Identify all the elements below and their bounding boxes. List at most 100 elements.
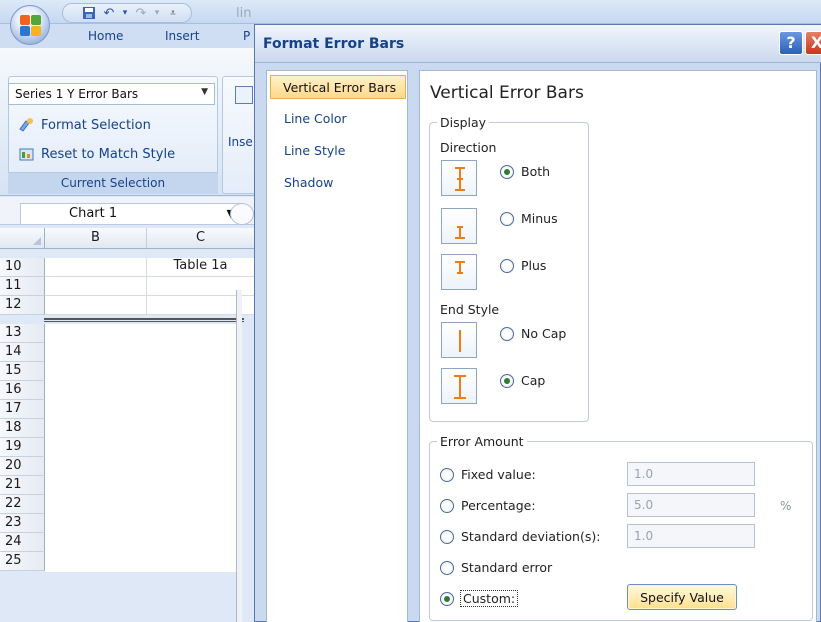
formula-bar-expand-button[interactable] xyxy=(230,203,254,225)
format-error-bars-dialog: Format Error Bars ? X Vertical Error Bar… xyxy=(254,24,821,622)
cell-c10[interactable]: Table 1a xyxy=(147,258,255,277)
chevron-down-icon: ▼ xyxy=(201,87,208,97)
percentage-option[interactable]: Percentage: xyxy=(440,498,536,513)
tab-home[interactable]: Home xyxy=(88,29,123,43)
cell-b11[interactable] xyxy=(45,277,147,296)
fixed-value-option[interactable]: Fixed value: xyxy=(440,467,536,482)
name-box[interactable]: Chart 1 ▼ xyxy=(20,203,242,225)
std-error-radio[interactable] xyxy=(440,560,454,575)
dialog-title-bar[interactable]: Format Error Bars ? X xyxy=(255,25,821,63)
chart-elements-dropdown[interactable]: Series 1 Y Error Bars ▼ xyxy=(8,83,215,105)
row-header[interactable]: 11 xyxy=(0,277,45,296)
direction-both-radio[interactable] xyxy=(500,164,514,179)
column-header-c[interactable]: C xyxy=(147,228,255,249)
end-style-label: End Style xyxy=(440,302,500,317)
chart-elements-value: Series 1 Y Error Bars xyxy=(15,87,139,101)
end-style-no-cap-icon[interactable] xyxy=(441,322,477,358)
nav-item-line-color[interactable]: Line Color xyxy=(270,107,406,131)
nav-item-shadow[interactable]: Shadow xyxy=(270,171,406,195)
std-dev-option[interactable]: Standard deviation(s): xyxy=(440,529,600,544)
reset-to-match-style-button[interactable]: Reset to Match Style xyxy=(18,146,175,162)
row-header[interactable]: 17 xyxy=(0,400,45,419)
row-header[interactable]: 15 xyxy=(0,362,45,381)
dialog-nav-list: Vertical Error Bars Line Color Line Styl… xyxy=(266,70,408,622)
custom-option[interactable]: Custom: xyxy=(440,590,519,607)
end-style-cap-label: Cap xyxy=(521,373,546,388)
end-style-cap-icon[interactable] xyxy=(441,368,477,404)
row-header[interactable]: 25 xyxy=(0,552,45,571)
help-button[interactable]: ? xyxy=(779,31,803,55)
direction-both-option[interactable]: Both xyxy=(500,164,550,179)
row-header[interactable]: 13 xyxy=(0,324,45,343)
save-icon[interactable] xyxy=(81,5,97,21)
nav-item-line-style[interactable]: Line Style xyxy=(270,139,406,163)
std-error-option[interactable]: Standard error xyxy=(440,560,552,575)
row-header[interactable]: 18 xyxy=(0,419,45,438)
undo-icon[interactable]: ↶ xyxy=(101,5,117,21)
quick-access-toolbar: ↶ ▾ ↷ ▾ ⩡ xyxy=(62,3,192,23)
direction-both-label: Both xyxy=(521,164,551,179)
end-style-cap-option[interactable]: Cap xyxy=(500,373,545,388)
direction-minus-label: Minus xyxy=(521,211,558,226)
name-box-value: Chart 1 xyxy=(69,206,118,221)
direction-plus-option[interactable]: Plus xyxy=(500,258,546,273)
end-style-no-cap-radio[interactable] xyxy=(500,326,514,341)
percent-unit: % xyxy=(780,499,792,513)
error-bar-minus-icon[interactable] xyxy=(441,208,477,244)
tab-insert[interactable]: Insert xyxy=(165,29,199,43)
insert-picture-icon[interactable] xyxy=(235,86,253,104)
row-header[interactable]: 16 xyxy=(0,381,45,400)
error-bar-both-icon[interactable] xyxy=(441,160,477,196)
tab-page-layout[interactable]: P xyxy=(243,29,250,43)
row-header[interactable]: 21 xyxy=(0,476,45,495)
row-header[interactable]: 20 xyxy=(0,457,45,476)
row-header[interactable]: 22 xyxy=(0,495,45,514)
row-header[interactable]: 24 xyxy=(0,533,45,552)
chart-area[interactable] xyxy=(45,324,237,572)
office-button[interactable] xyxy=(10,5,50,45)
redo-dropdown-icon[interactable]: ▾ xyxy=(153,5,161,21)
error-amount-legend: Error Amount xyxy=(437,434,527,449)
row-header[interactable]: 12 xyxy=(0,296,45,315)
close-button[interactable]: X xyxy=(805,31,821,55)
percentage-input[interactable]: 5.0 xyxy=(627,493,755,517)
custom-radio[interactable] xyxy=(440,591,454,606)
customize-qat-icon[interactable]: ⩡ xyxy=(165,5,181,21)
redo-icon[interactable]: ↷ xyxy=(133,5,149,21)
section-heading: Vertical Error Bars xyxy=(430,83,584,103)
direction-plus-radio[interactable] xyxy=(500,258,514,273)
row-header[interactable]: 10 xyxy=(0,258,45,277)
fixed-value-input[interactable]: 1.0 xyxy=(627,462,755,486)
specify-value-button[interactable]: Specify Value xyxy=(627,584,737,610)
select-all-corner[interactable] xyxy=(0,228,45,249)
format-brush-icon xyxy=(18,117,36,133)
column-header-b[interactable]: B xyxy=(45,228,147,249)
format-selection-button[interactable]: Format Selection xyxy=(18,117,151,133)
nav-item-vertical-error-bars[interactable]: Vertical Error Bars xyxy=(270,75,406,99)
reset-style-label: Reset to Match Style xyxy=(41,146,176,162)
row-header[interactable]: 23 xyxy=(0,514,45,533)
end-style-cap-radio[interactable] xyxy=(500,373,514,388)
direction-minus-option[interactable]: Minus xyxy=(500,211,558,226)
current-selection-group-label: Current Selection xyxy=(8,172,218,194)
insert-label[interactable]: Inse xyxy=(228,135,253,149)
direction-minus-radio[interactable] xyxy=(500,211,514,226)
document-title: lin xyxy=(236,6,252,21)
std-dev-label: Standard deviation(s): xyxy=(461,529,601,544)
row-header[interactable]: 14 xyxy=(0,343,45,362)
format-selection-label: Format Selection xyxy=(41,117,151,133)
error-bar-plus-icon[interactable] xyxy=(441,254,477,290)
end-style-no-cap-option[interactable]: No Cap xyxy=(500,326,566,341)
dialog-title: Format Error Bars xyxy=(263,36,405,52)
direction-plus-label: Plus xyxy=(521,258,547,273)
cell-b12[interactable] xyxy=(45,296,147,315)
std-dev-input[interactable]: 1.0 xyxy=(627,524,755,548)
undo-dropdown-icon[interactable]: ▾ xyxy=(121,5,129,21)
row-header[interactable]: 19 xyxy=(0,438,45,457)
end-style-no-cap-label: No Cap xyxy=(521,326,567,341)
fixed-value-radio[interactable] xyxy=(440,467,454,482)
chart-resize-handle[interactable] xyxy=(236,290,242,622)
percentage-radio[interactable] xyxy=(440,498,454,513)
cell-b10[interactable] xyxy=(45,258,147,277)
std-dev-radio[interactable] xyxy=(440,529,454,544)
